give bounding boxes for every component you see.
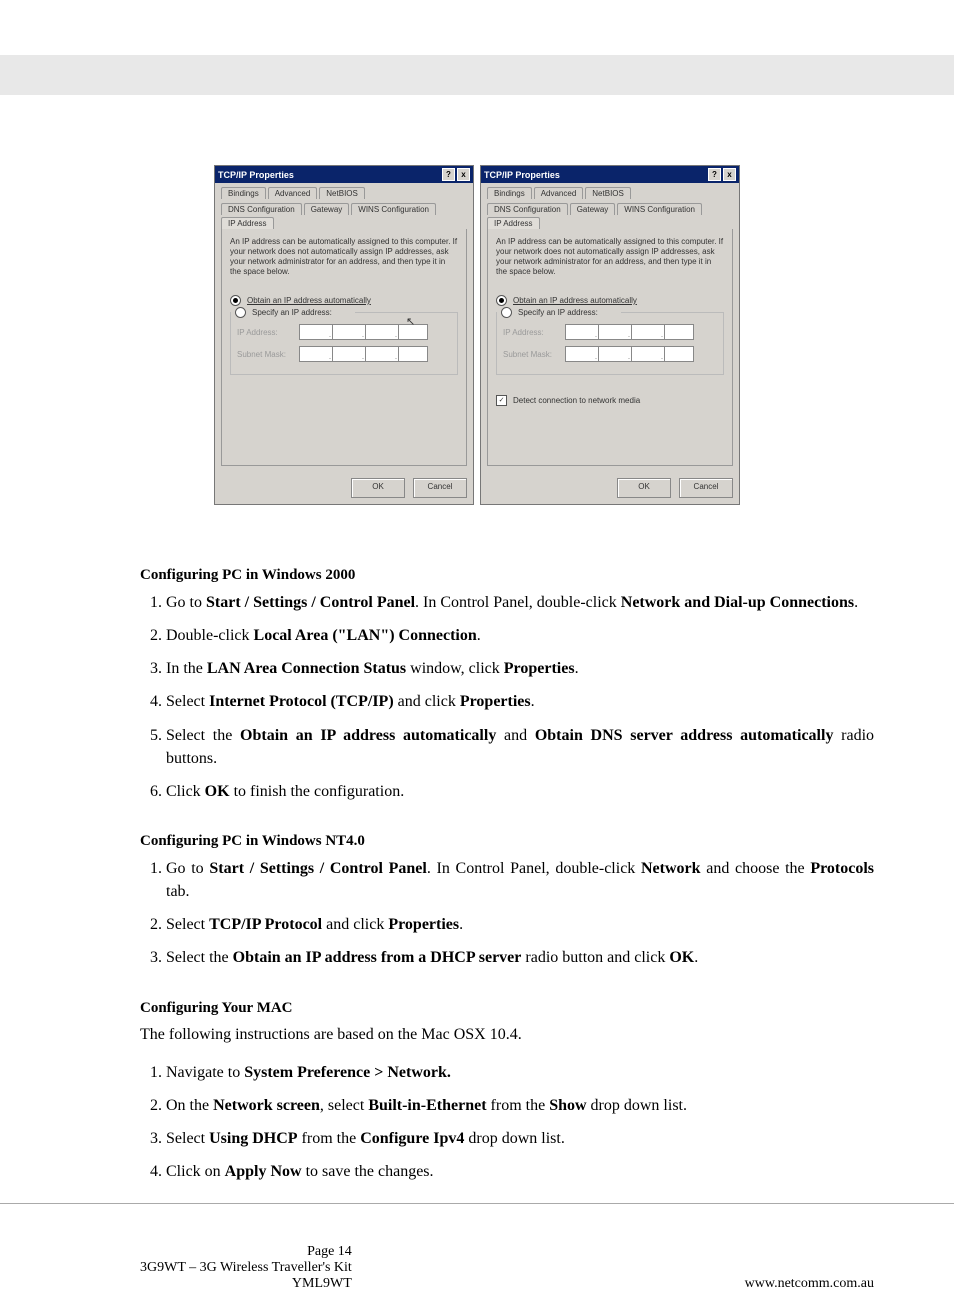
cancel-button[interactable]: Cancel bbox=[413, 478, 467, 498]
step: Select the Obtain an IP address from a D… bbox=[166, 946, 874, 969]
detect-label: Detect connection to network media bbox=[513, 396, 640, 405]
detect-checkbox[interactable]: ✓ bbox=[496, 395, 507, 406]
radio-obtain-auto[interactable] bbox=[496, 295, 507, 306]
titlebar: TCP/IP Properties ? x bbox=[481, 166, 739, 183]
radio-obtain-auto[interactable] bbox=[230, 295, 241, 306]
titlebar-title: TCP/IP Properties bbox=[484, 170, 706, 180]
step: Select Internet Protocol (TCP/IP) and cl… bbox=[166, 690, 874, 713]
ip-address-input: ... bbox=[565, 324, 694, 340]
tab-ipaddress[interactable]: IP Address bbox=[487, 217, 540, 229]
ok-button[interactable]: OK bbox=[617, 478, 671, 498]
tab-netbios[interactable]: NetBIOS bbox=[319, 187, 365, 199]
radio-specify-label: Specify an IP address: bbox=[518, 308, 598, 317]
mac-note: The following instructions are based on … bbox=[140, 1023, 874, 1046]
step: Double-click Local Area ("LAN") Connecti… bbox=[166, 624, 874, 647]
step: Select Using DHCP from the Configure Ipv… bbox=[166, 1127, 874, 1150]
step: On the Network screen, select Built-in-E… bbox=[166, 1094, 874, 1117]
subnet-mask-input: ... bbox=[565, 346, 694, 362]
cursor-icon: ↖ bbox=[406, 315, 415, 328]
dialog-description: An IP address can be automatically assig… bbox=[230, 237, 458, 277]
tab-gateway[interactable]: Gateway bbox=[304, 203, 350, 215]
heading-mac: Configuring Your MAC bbox=[140, 998, 874, 1020]
tab-bindings[interactable]: Bindings bbox=[221, 187, 266, 199]
close-icon[interactable]: x bbox=[457, 168, 470, 181]
page-footer: Page 143G9WT – 3G Wireless Traveller's K… bbox=[0, 1203, 954, 1312]
radio-specify[interactable] bbox=[235, 307, 246, 318]
help-icon[interactable]: ? bbox=[708, 168, 721, 181]
cancel-button[interactable]: Cancel bbox=[679, 478, 733, 498]
ip-address-label: IP Address: bbox=[237, 328, 299, 337]
tab-wins[interactable]: WINS Configuration bbox=[617, 203, 702, 215]
subnet-mask-label: Subnet Mask: bbox=[237, 350, 299, 359]
dialog-description: An IP address can be automatically assig… bbox=[496, 237, 724, 277]
step: Select the Obtain an IP address automati… bbox=[166, 724, 874, 770]
tab-wins[interactable]: WINS Configuration bbox=[351, 203, 436, 215]
help-icon[interactable]: ? bbox=[442, 168, 455, 181]
radio-specify[interactable] bbox=[501, 307, 512, 318]
tab-gateway[interactable]: Gateway bbox=[570, 203, 616, 215]
tab-netbios[interactable]: NetBIOS bbox=[585, 187, 631, 199]
titlebar: TCP/IP Properties ? x bbox=[215, 166, 473, 183]
subnet-mask-input: ... bbox=[299, 346, 428, 362]
tab-ipaddress[interactable]: IP Address bbox=[221, 217, 274, 229]
radio-obtain-auto-label: Obtain an IP address automatically bbox=[247, 296, 371, 305]
tab-advanced[interactable]: Advanced bbox=[268, 187, 318, 199]
tab-dns[interactable]: DNS Configuration bbox=[221, 203, 302, 215]
step: In the LAN Area Connection Status window… bbox=[166, 657, 874, 680]
step: Click on Apply Now to save the changes. bbox=[166, 1160, 874, 1183]
ok-button[interactable]: OK bbox=[351, 478, 405, 498]
footer-left: Page 143G9WT – 3G Wireless Traveller's K… bbox=[140, 1244, 352, 1292]
close-icon[interactable]: x bbox=[723, 168, 736, 181]
heading-win2000: Configuring PC in Windows 2000 bbox=[140, 565, 874, 587]
tcpip-dialog-left: TCP/IP Properties ? x Bindings Advanced … bbox=[214, 165, 474, 505]
document-body: Configuring PC in Windows 2000 Go to Sta… bbox=[0, 565, 954, 1183]
tab-bindings[interactable]: Bindings bbox=[487, 187, 532, 199]
radio-specify-label: Specify an IP address: bbox=[252, 308, 332, 317]
ip-address-label: IP Address: bbox=[503, 328, 565, 337]
radio-obtain-auto-label: Obtain an IP address automatically bbox=[513, 296, 637, 305]
tcpip-dialog-right: TCP/IP Properties ? x Bindings Advanced … bbox=[480, 165, 740, 505]
step: Select TCP/IP Protocol and click Propert… bbox=[166, 913, 874, 936]
footer-right: www.netcomm.com.au bbox=[745, 1276, 874, 1292]
step: Go to Start / Settings / Control Panel. … bbox=[166, 591, 874, 614]
tab-dns[interactable]: DNS Configuration bbox=[487, 203, 568, 215]
titlebar-title: TCP/IP Properties bbox=[218, 170, 440, 180]
subnet-mask-label: Subnet Mask: bbox=[503, 350, 565, 359]
heading-nt4: Configuring PC in Windows NT4.0 bbox=[140, 831, 874, 853]
step: Navigate to System Preference > Network. bbox=[166, 1061, 874, 1084]
step: Go to Start / Settings / Control Panel. … bbox=[166, 857, 874, 903]
tab-advanced[interactable]: Advanced bbox=[534, 187, 584, 199]
step: Click OK to finish the configuration. bbox=[166, 780, 874, 803]
